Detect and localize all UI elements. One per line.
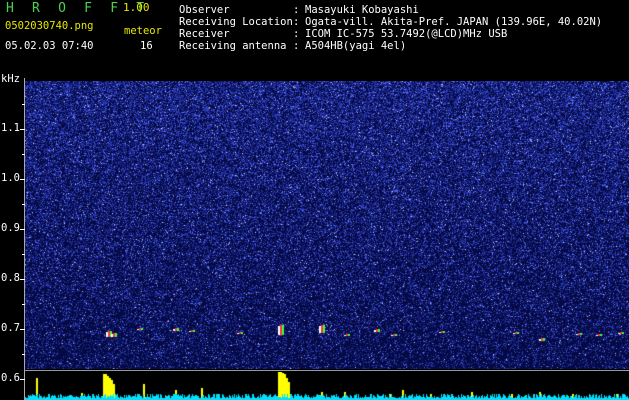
freq-label: 0.8 — [1, 272, 20, 284]
info-label: Observer — [179, 4, 230, 16]
observation-datetime: 05.02.03 07:40 — [5, 40, 94, 52]
info-value: Ogata-vill. Akita-Pref. JAPAN (139.96E, … — [305, 16, 603, 28]
info-value: ICOM IC-575 53.7492(@LCD)MHz USB — [305, 28, 508, 40]
freq-label: 0.7 — [1, 322, 20, 334]
info-receiver: Receiver : ICOM IC-575 53.7492(@LCD)MHz … — [179, 28, 507, 40]
info-label: Receiving antenna — [179, 40, 287, 52]
detection-type: meteor — [124, 25, 162, 37]
info-value: Masayuki Kobayashi — [305, 4, 419, 16]
info-separator: : — [293, 16, 300, 28]
signal-level-graph — [25, 372, 629, 400]
spectrogram-display — [25, 81, 629, 369]
info-separator: : — [293, 40, 300, 52]
info-separator: : — [293, 28, 300, 40]
level-divider-top — [25, 370, 629, 371]
info-antenna: Receiving antenna : A504HB(yagi 4el) — [179, 40, 406, 52]
file-name: 0502030740.png — [5, 20, 94, 32]
freq-label: 0.6 — [1, 372, 20, 384]
app-version: 1.00 — [123, 1, 150, 14]
freq-label: 0.9 — [1, 222, 20, 234]
info-label: Receiver — [179, 28, 230, 40]
info-value: A504HB(yagi 4el) — [305, 40, 407, 52]
info-location: Receiving Location : Ogata-vill. Akita-P… — [179, 16, 602, 28]
info-separator: : — [293, 4, 300, 16]
freq-label: 1.1 — [1, 122, 20, 134]
info-observer: Observer : Masayuki Kobayashi — [179, 4, 419, 16]
meteor-count: 16 — [140, 40, 153, 52]
hroft-window: H R O F F T 1.00 0502030740.png meteor 0… — [0, 0, 629, 400]
y-axis-unit: kHz — [1, 73, 20, 85]
freq-label: 1.0 — [1, 172, 20, 184]
info-label: Receiving Location — [179, 16, 293, 28]
